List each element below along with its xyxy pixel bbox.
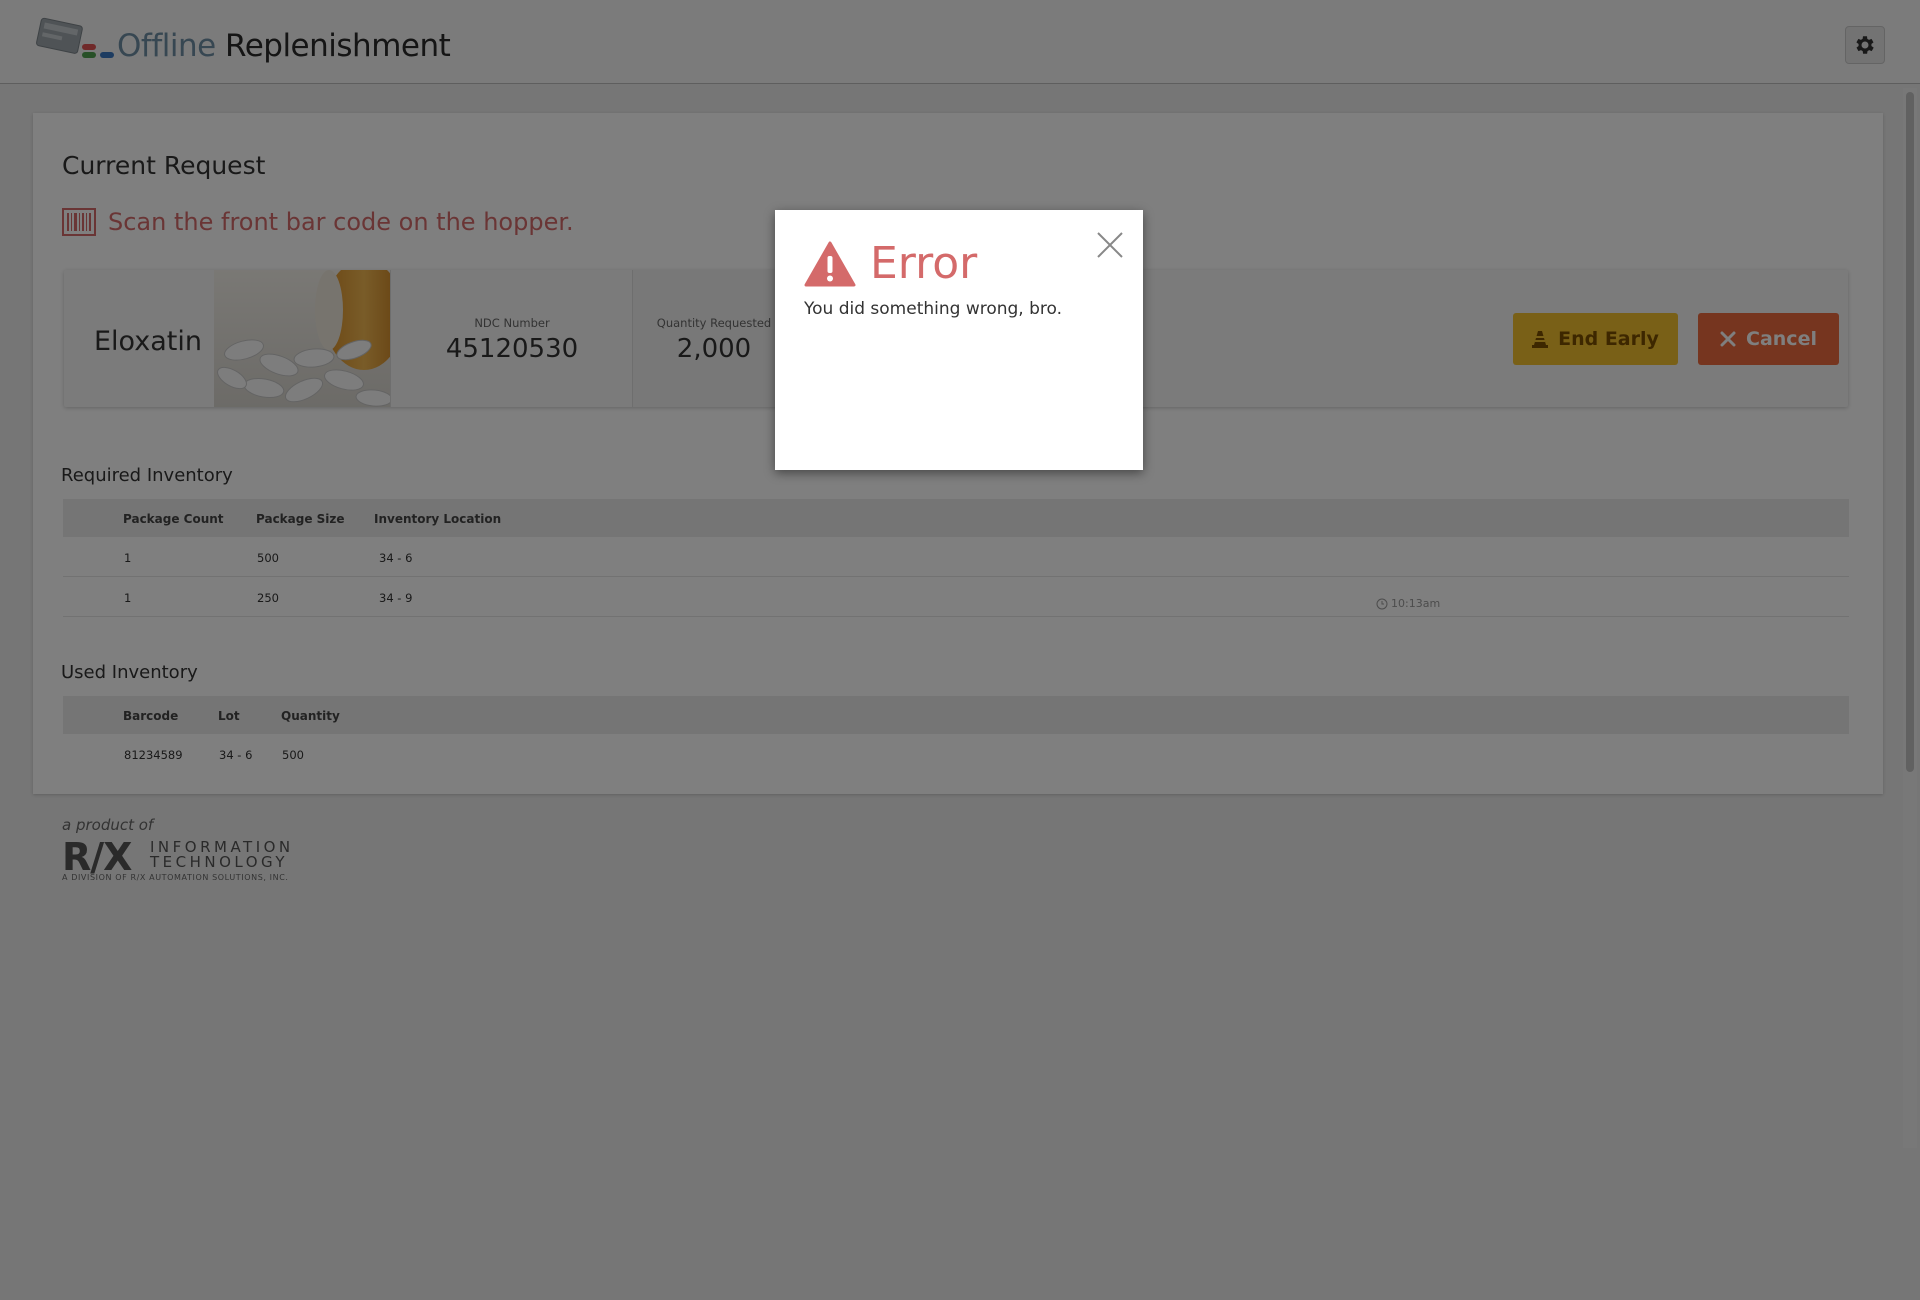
close-button[interactable] [1095,230,1125,260]
error-dialog: Error You did something wrong, bro. [775,210,1143,470]
warning-icon [804,241,856,286]
error-dialog-header: Error [804,238,977,289]
close-icon [1097,232,1123,258]
error-dialog-title: Error [870,238,978,289]
modal-backdrop[interactable] [0,0,1920,1300]
error-dialog-message: You did something wrong, bro. [804,299,1063,319]
